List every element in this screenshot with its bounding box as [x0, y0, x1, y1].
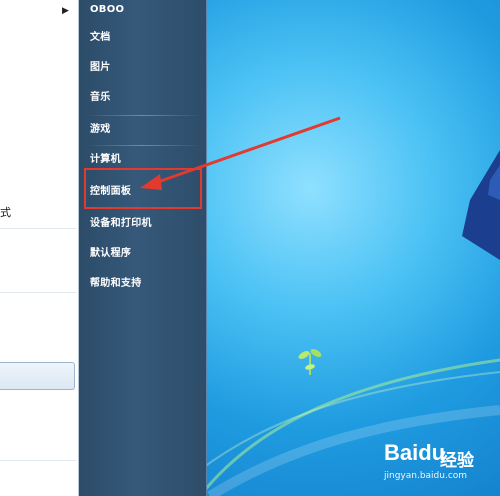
divider — [0, 228, 76, 229]
submenu-arrow-icon[interactable]: ▶ — [62, 6, 69, 16]
program-label-partial[interactable]: 式 — [0, 204, 11, 220]
menu-item-computer[interactable]: 计算机 — [90, 150, 121, 170]
menu-item-help-support[interactable]: 帮助和支持 — [90, 274, 142, 294]
divider — [0, 460, 76, 461]
start-menu-left-pane: ▶ 式 — [0, 0, 79, 496]
menu-item-documents[interactable]: 文档 — [90, 28, 111, 48]
menu-divider — [86, 145, 200, 146]
menu-item-music[interactable]: 音乐 — [90, 88, 111, 108]
menu-item-games[interactable]: 游戏 — [90, 120, 111, 140]
divider — [0, 292, 76, 293]
menu-item-pictures[interactable]: 图片 — [90, 58, 111, 78]
watermark-suffix: 经验 — [440, 451, 474, 471]
windows-logo-fragment — [462, 150, 500, 260]
menu-item-default-programs[interactable]: 默认程序 — [90, 244, 131, 264]
search-field[interactable] — [0, 362, 75, 390]
menu-item-devices-printers[interactable]: 设备和打印机 — [90, 214, 152, 234]
menu-divider — [86, 115, 200, 116]
annotation-highlight-box — [84, 168, 202, 209]
menu-item-user[interactable]: OBOO — [90, 0, 124, 20]
watermark-url: jingyan.baidu.com — [384, 471, 468, 481]
watermark: Baidu 经验 jingyan.baidu.com — [384, 440, 496, 492]
watermark-brand: Baidu — [384, 440, 446, 465]
plant-icon — [298, 349, 322, 375]
